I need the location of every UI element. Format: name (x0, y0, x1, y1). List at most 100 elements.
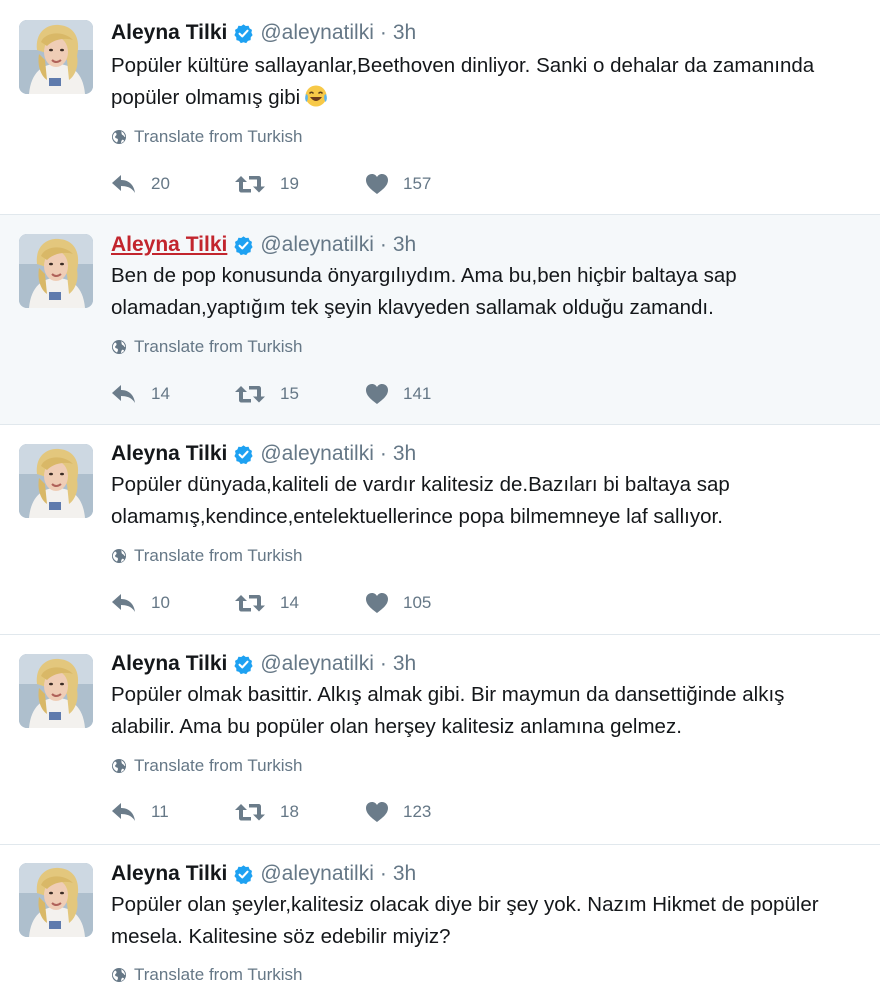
retweet-count: 14 (280, 593, 299, 612)
reply-button[interactable]: 14 (111, 384, 234, 404)
tweet-actions: 20 19 157 (111, 171, 465, 197)
reply-button[interactable]: 20 (111, 174, 234, 194)
translate-link[interactable]: Translate from Turkish (111, 126, 302, 148)
reply-count: 11 (151, 802, 169, 821)
like-count: 157 (403, 174, 432, 193)
retweet-icon (234, 802, 266, 822)
tweet-text-line: Popüler kültüre sallayanlar,Beethoven di… (111, 54, 815, 77)
tweet-actions: 11 18 123 (111, 799, 465, 825)
retweet-button[interactable]: 15 (234, 384, 365, 404)
author-name[interactable]: Aleyna Tilki (111, 233, 227, 257)
retweet-button[interactable]: 19 (234, 174, 365, 194)
globe-icon (111, 339, 127, 355)
translate-link[interactable]: Translate from Turkish (111, 755, 302, 777)
like-button[interactable]: 123 (365, 801, 465, 823)
author-name[interactable]: Aleyna Tilki (111, 442, 227, 466)
tweet[interactable]: Aleyna Tilki @aleynatilki · 3h Popüler o… (0, 845, 880, 998)
like-button[interactable]: 141 (365, 383, 465, 405)
heart-icon (365, 173, 389, 195)
globe-icon (111, 548, 127, 564)
avatar[interactable] (19, 444, 93, 518)
avatar[interactable] (19, 20, 93, 94)
reply-button[interactable]: 10 (111, 593, 234, 613)
reply-icon (111, 174, 137, 194)
author-name[interactable]: Aleyna Tilki (111, 652, 227, 676)
translate-link[interactable]: Translate from Turkish (111, 336, 302, 358)
tweet-time[interactable]: 3h (393, 862, 416, 886)
translate-link[interactable]: Translate from Turkish (111, 545, 302, 567)
tweet-feed: Aleyna Tilki @aleynatilki · 3h Popüler k… (0, 0, 880, 998)
retweet-count: 19 (280, 174, 299, 193)
translate-label: Translate from Turkish (134, 546, 303, 565)
tweet-actions: 14 15 141 (111, 381, 465, 407)
tears-of-joy-emoji-icon (304, 84, 328, 108)
author-handle[interactable]: @aleynatilki (260, 442, 374, 466)
tweet-actions: 10 14 105 (111, 590, 465, 616)
like-button[interactable]: 157 (365, 173, 465, 195)
translate-label: Translate from Turkish (134, 127, 303, 146)
tweet-text: Popüler olan şeyler,kalitesiz olacak diy… (111, 889, 876, 953)
tweet-header: Aleyna Tilki @aleynatilki · 3h (111, 439, 416, 469)
reply-button[interactable]: 11 (111, 802, 234, 822)
tweet-text-line: Popüler olan şeyler,kalitesiz olacak diy… (111, 893, 819, 916)
retweet-count: 15 (280, 384, 299, 403)
tweet[interactable]: Aleyna Tilki @aleynatilki · 3h Popüler k… (0, 0, 880, 215)
retweet-icon (234, 593, 266, 613)
globe-icon (111, 967, 127, 983)
author-handle[interactable]: @aleynatilki (260, 21, 374, 45)
tweet-text-line: Popüler olmak basittir. Alkış almak gibi… (111, 683, 785, 706)
verified-badge-icon (233, 23, 254, 44)
author-handle[interactable]: @aleynatilki (260, 862, 374, 886)
verified-badge-icon (233, 864, 254, 885)
tweet-text: Popüler kültüre sallayanlar,Beethoven di… (111, 50, 876, 114)
translate-label: Translate from Turkish (134, 965, 303, 984)
tweet-time[interactable]: 3h (393, 652, 416, 676)
tweet-time[interactable]: 3h (393, 233, 416, 257)
heart-icon (365, 383, 389, 405)
tweet-text-fragment: popüler olmamış gibi (111, 86, 301, 109)
reply-icon (111, 802, 137, 822)
tweet-text: Popüler dünyada,kaliteli de vardır kalit… (111, 469, 876, 533)
author-name[interactable]: Aleyna Tilki (111, 862, 227, 886)
separator: · (379, 652, 387, 675)
verified-badge-icon (233, 444, 254, 465)
reply-count: 14 (151, 384, 170, 403)
author-handle[interactable]: @aleynatilki (260, 652, 374, 676)
tweet-header: Aleyna Tilki @aleynatilki · 3h (111, 859, 416, 889)
tweet-header: Aleyna Tilki @aleynatilki · 3h (111, 649, 416, 679)
tweet-time[interactable]: 3h (393, 442, 416, 466)
like-count: 141 (403, 384, 432, 403)
separator: · (379, 233, 387, 256)
separator: · (379, 442, 387, 465)
translate-label: Translate from Turkish (134, 756, 303, 775)
tweet[interactable]: Aleyna Tilki @aleynatilki · 3h Popüler o… (0, 635, 880, 845)
heart-icon (365, 592, 389, 614)
like-button[interactable]: 105 (365, 592, 465, 614)
separator: · (379, 862, 387, 885)
tweet[interactable]: Aleyna Tilki @aleynatilki · 3h Popüler d… (0, 425, 880, 635)
retweet-icon (234, 384, 266, 404)
retweet-icon (234, 174, 266, 194)
author-handle[interactable]: @aleynatilki (260, 233, 374, 257)
retweet-count: 18 (280, 802, 299, 821)
avatar[interactable] (19, 654, 93, 728)
heart-icon (365, 801, 389, 823)
tweet-time[interactable]: 3h (393, 21, 416, 45)
retweet-button[interactable]: 14 (234, 593, 365, 613)
reply-count: 10 (151, 593, 170, 612)
translate-link[interactable]: Translate from Turkish (111, 964, 302, 986)
separator: · (379, 21, 387, 44)
reply-icon (111, 593, 137, 613)
retweet-button[interactable]: 18 (234, 802, 365, 822)
globe-icon (111, 129, 127, 145)
tweet-text-line: olamamış,kendince,entelektuellerince pop… (111, 505, 723, 528)
verified-badge-icon (233, 654, 254, 675)
tweet-text: Popüler olmak basittir. Alkış almak gibi… (111, 679, 876, 743)
tweet[interactable]: Aleyna Tilki @aleynatilki · 3h Ben de po… (0, 214, 880, 425)
tweet-text: Ben de pop konusunda önyargılıydım. Ama … (111, 260, 876, 324)
avatar[interactable] (19, 863, 93, 937)
author-name[interactable]: Aleyna Tilki (111, 21, 227, 45)
avatar[interactable] (19, 234, 93, 308)
tweet-header: Aleyna Tilki @aleynatilki · 3h (111, 18, 416, 48)
tweet-text-line: olamadan,yaptığım tek şeyin klavyeden sa… (111, 296, 714, 319)
